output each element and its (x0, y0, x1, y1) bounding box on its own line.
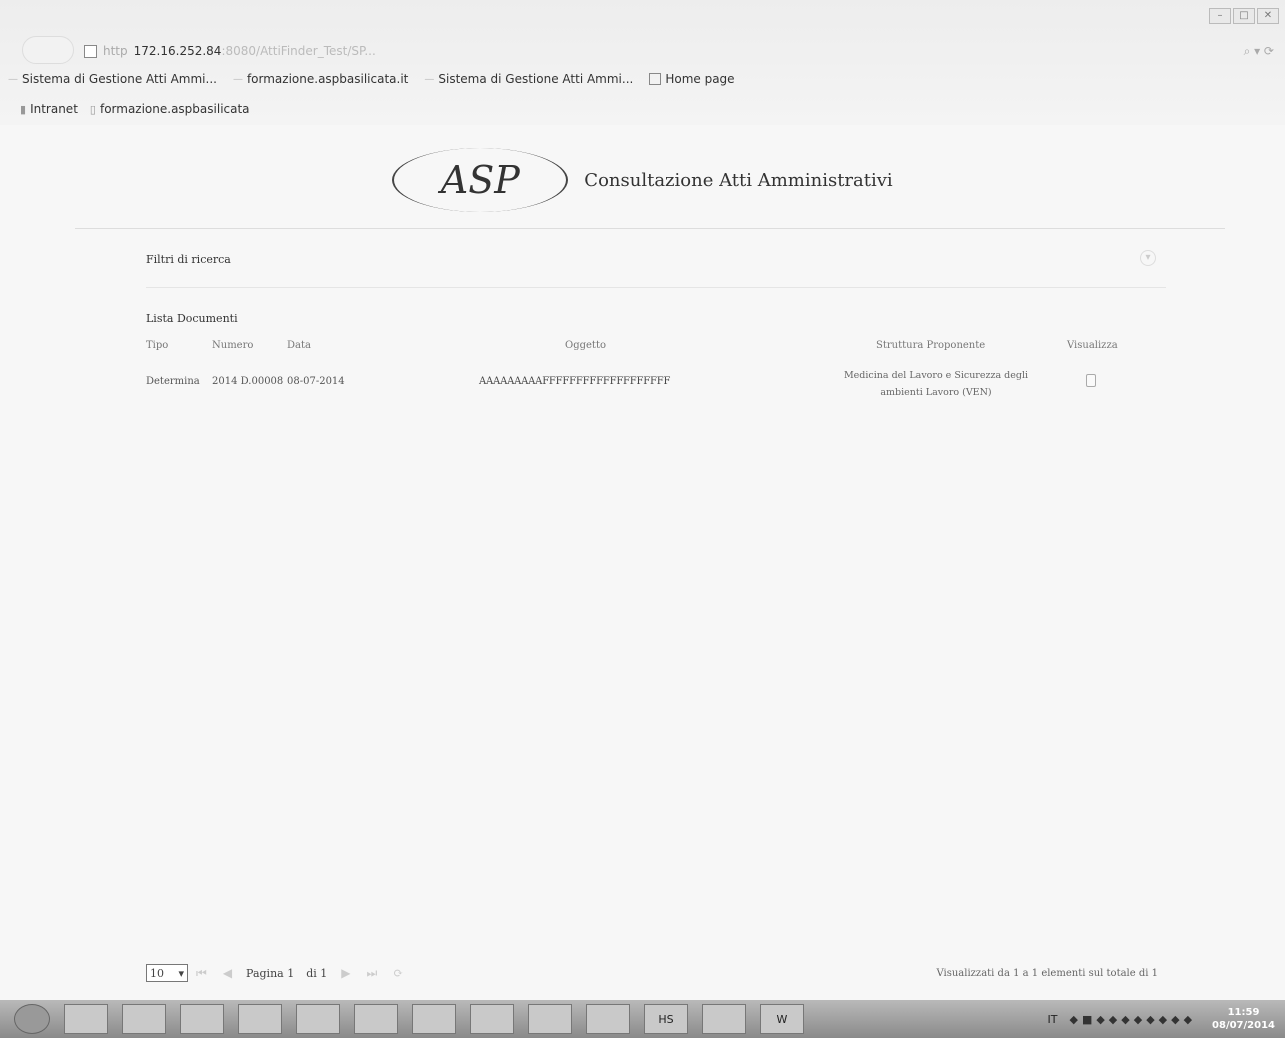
favorite-label: Intranet (30, 102, 78, 116)
tab-favicon-icon: — (424, 73, 435, 85)
page-label: Pagina 1 (246, 966, 295, 980)
tab-favicon-icon: — (8, 73, 18, 85)
internet-explorer-taskbar-icon[interactable] (122, 1004, 166, 1034)
url-protocol: http (103, 44, 128, 58)
tray-icons[interactable]: ◆■◆◆◆◆◆◆◆◆ (1070, 1013, 1197, 1026)
window-controls: – □ ✕ (1209, 8, 1279, 24)
address-bar[interactable]: http 172.16.252.84 :8080/AttiFinder_Test… (84, 40, 1274, 62)
language-indicator[interactable]: IT (1048, 1013, 1058, 1026)
tab-strip: — Sistema di Gestione Atti Ammi... — for… (0, 68, 743, 90)
tab-home-page[interactable]: Home page (641, 72, 742, 86)
search-icon[interactable]: ⌕ ▾ ⟳ (1244, 44, 1274, 59)
browser-taskbar-icon[interactable] (64, 1004, 108, 1034)
chevron-down-icon: ▾ (178, 966, 184, 980)
tab-sistema-gestione-2[interactable]: — Sistema di Gestione Atti Ammi... (416, 72, 641, 86)
cell-oggetto: AAAAAAAAAFFFFFFFFFFFFFFFFFFF (479, 376, 671, 387)
column-header-visualizza: Visualizza (1067, 340, 1118, 351)
tab-label: Sistema di Gestione Atti Ammi... (22, 72, 217, 86)
folder-taskbar-icon[interactable] (238, 1004, 282, 1034)
cell-numero: 2014 D.00008 (212, 376, 284, 387)
cell-tipo: Determina (146, 376, 200, 387)
refresh-icon[interactable]: ⟳ (393, 966, 403, 980)
app-taskbar-icon[interactable] (586, 1004, 630, 1034)
logo-text: ASP (440, 158, 520, 202)
tab-favicon-icon: — (232, 73, 243, 85)
prev-page-icon[interactable]: ◀ (223, 966, 232, 980)
favorite-formazione[interactable]: ▯ formazione.aspbasilicata (90, 102, 250, 116)
search-filters-toggle[interactable]: Filtri di ricerca (146, 253, 231, 266)
asp-logo: ASP (392, 148, 569, 212)
taskbar: HS W IT ◆■◆◆◆◆◆◆◆◆ 11:59 08/07/2014 (0, 1000, 1285, 1038)
word-label: W (776, 1012, 788, 1026)
cmd-taskbar-icon[interactable] (180, 1004, 224, 1034)
tab-label: Sistema di Gestione Atti Ammi... (438, 72, 634, 86)
browser-chrome: – □ ✕ http 172.16.252.84 :8080/AttiFinde… (0, 0, 1285, 125)
tab-label: Home page (665, 72, 735, 86)
system-tray: IT ◆■◆◆◆◆◆◆◆◆ 11:59 08/07/2014 (1048, 1000, 1285, 1038)
favorite-label: formazione.aspbasilicata (99, 102, 250, 116)
column-header-tipo[interactable]: Tipo (146, 340, 168, 351)
tab-label: formazione.aspbasilicata.it (246, 72, 409, 86)
minimize-button[interactable]: – (1209, 8, 1231, 24)
page-size-select[interactable]: 10 ▾ (146, 964, 188, 982)
column-header-data[interactable]: Data (287, 340, 311, 351)
close-button[interactable]: ✕ (1257, 8, 1279, 24)
favorite-intranet[interactable]: ▮ Intranet (20, 102, 78, 116)
app-taskbar-icon[interactable] (354, 1004, 398, 1034)
page-icon (84, 44, 97, 58)
tools-taskbar-icon[interactable] (470, 1004, 514, 1034)
url-path: :8080/AttiFinder_Test/SP... (221, 44, 376, 58)
app-taskbar-icon[interactable] (702, 1004, 746, 1034)
app-taskbar-icon[interactable] (528, 1004, 572, 1034)
first-page-icon[interactable]: ⏮ (196, 966, 207, 981)
page-header: ASP Consultazione Atti Amministrativi (0, 140, 1285, 220)
column-header-numero[interactable]: Numero (212, 340, 253, 351)
tab-sistema-gestione-1[interactable]: — Sistema di Gestione Atti Ammi... (0, 72, 225, 86)
start-button[interactable] (14, 1004, 50, 1034)
cell-struttura: Medicina del Lavoro e Sicurezza degli am… (843, 370, 1029, 398)
header-divider (75, 228, 1225, 229)
expand-icon[interactable]: ▾ (1140, 250, 1156, 266)
hs-label: HS (658, 1012, 674, 1026)
documents-title: Lista Documenti (146, 312, 238, 325)
pager: 10 ▾ ⏮ ◀ Pagina 1 di 1 ▶ ⏭ ⟳ (146, 964, 411, 982)
view-document-icon[interactable] (1086, 374, 1096, 387)
bookmark-icon: ▮ (20, 102, 27, 116)
page-title: Consultazione Atti Amministrativi (584, 169, 893, 191)
app-taskbar-icon[interactable] (412, 1004, 456, 1034)
next-page-icon[interactable]: ▶ (341, 966, 350, 980)
filters-divider (146, 287, 1166, 288)
column-header-oggetto[interactable]: Oggetto (565, 340, 606, 351)
page-icon: ▯ (89, 102, 96, 116)
page-of-label: di 1 (306, 966, 328, 980)
tab-favicon-icon (649, 73, 662, 85)
maximize-button[interactable]: □ (1233, 8, 1255, 24)
hs-taskbar-icon[interactable]: HS (644, 1004, 688, 1034)
column-header-struttura[interactable]: Struttura Proponente (876, 340, 985, 351)
tab-formazione[interactable]: — formazione.aspbasilicata.it (225, 72, 416, 86)
clock-date: 08/07/2014 (1212, 1020, 1275, 1031)
clock-time: 11:59 (1227, 1007, 1260, 1018)
url-host: 172.16.252.84 (133, 44, 222, 58)
word-taskbar-icon[interactable]: W (760, 1004, 804, 1034)
page-size-value: 10 (150, 966, 164, 980)
clock[interactable]: 11:59 08/07/2014 (1212, 1006, 1275, 1032)
cell-data: 08-07-2014 (287, 376, 345, 387)
last-page-icon[interactable]: ⏭ (367, 966, 378, 981)
app-taskbar-icon[interactable] (296, 1004, 340, 1034)
favorites-bar: ▮ Intranet ▯ formazione.aspbasilicata (20, 100, 262, 118)
pager-info: Visualizzati da 1 a 1 elementi sul total… (936, 968, 1158, 979)
back-forward-buttons[interactable] (22, 36, 74, 64)
